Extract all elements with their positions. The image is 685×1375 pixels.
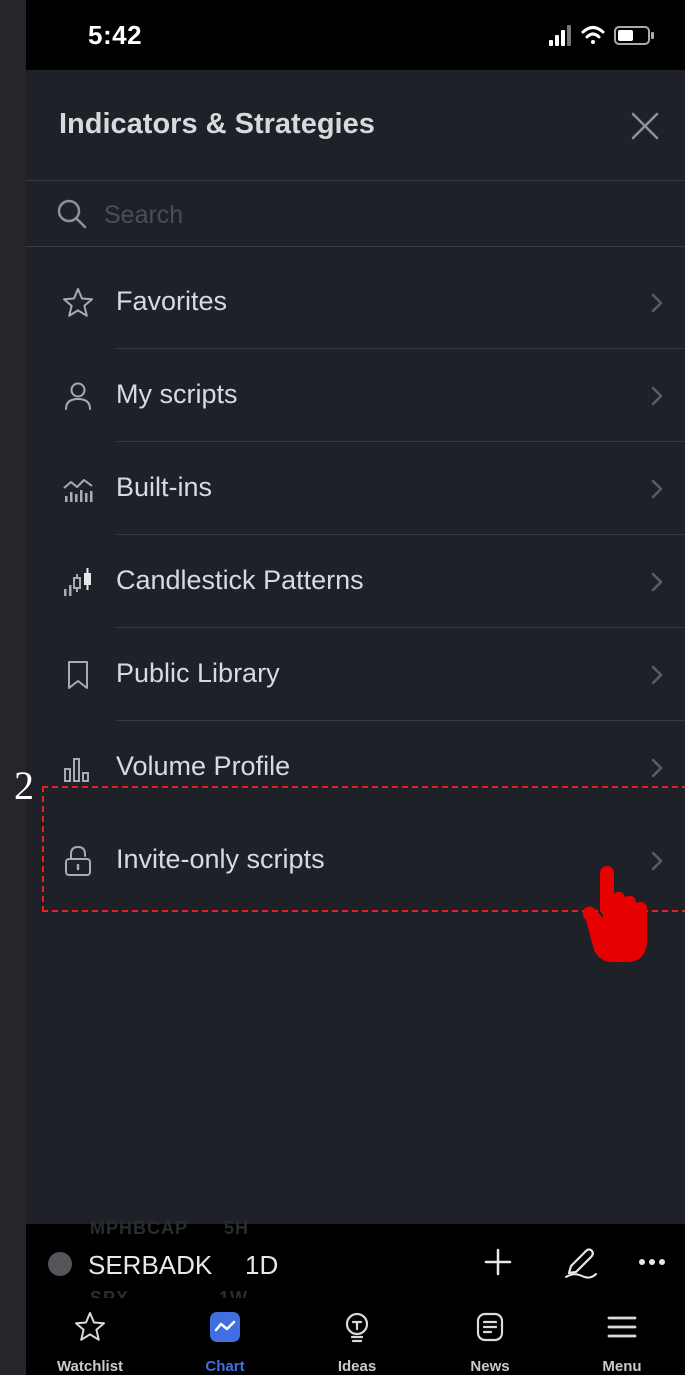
- divider: [26, 180, 685, 181]
- symbol-logo: [48, 1252, 72, 1276]
- wifi-icon: [581, 26, 605, 44]
- close-icon[interactable]: [627, 108, 663, 144]
- chevron-right-icon: [651, 479, 663, 499]
- star-icon: [75, 1312, 105, 1341]
- tab-chart[interactable]: Chart: [165, 1298, 285, 1375]
- divider: [26, 246, 685, 247]
- menu-item-label: Volume Profile: [116, 751, 291, 781]
- user-icon: [65, 382, 91, 410]
- ticker-bar: MPHBCAP 5H SPX 1W SERBADK 1D: [26, 1218, 685, 1308]
- status-icons: [549, 25, 654, 46]
- step-number: 2: [14, 763, 34, 808]
- chart-icon: [210, 1312, 240, 1342]
- timeframe-selector[interactable]: 1D: [245, 1250, 278, 1281]
- search-icon: [57, 199, 87, 229]
- lightbulb-icon: [345, 1312, 369, 1343]
- menu-item-candlestick-patterns[interactable]: Candlestick Patterns: [26, 535, 685, 628]
- search-input[interactable]: [102, 192, 646, 238]
- chevron-right-icon: [651, 572, 663, 592]
- menu-item-label: Public Library: [116, 658, 280, 688]
- menu-item-my-scripts[interactable]: My scripts: [26, 349, 685, 442]
- chevron-right-icon: [651, 665, 663, 685]
- tab-menu[interactable]: Menu: [562, 1298, 682, 1375]
- tab-label: Chart: [205, 1358, 245, 1375]
- menu-item-public-library[interactable]: Public Library: [26, 628, 685, 721]
- tab-label: Watchlist: [56, 1358, 124, 1375]
- menu-item-label: Candlestick Patterns: [116, 565, 364, 595]
- volume-profile-icon: [64, 758, 89, 782]
- tab-watchlist[interactable]: Watchlist: [30, 1298, 150, 1375]
- menu-icon: [607, 1316, 637, 1338]
- drawing-pen-icon[interactable]: [560, 1242, 600, 1282]
- menu-item-label: Built-ins: [116, 472, 213, 502]
- symbol-name[interactable]: SERBADK: [88, 1250, 212, 1281]
- panel-title: Indicators & Strategies: [59, 108, 375, 140]
- candlestick-icon: [64, 568, 91, 596]
- search-row: [26, 182, 685, 246]
- tab-ideas[interactable]: Ideas: [297, 1298, 417, 1375]
- star-icon: [63, 288, 93, 317]
- cellular-signal-icon: [549, 25, 571, 46]
- news-icon: [476, 1312, 504, 1342]
- menu-item-favorites[interactable]: Favorites: [26, 256, 685, 349]
- more-icon[interactable]: [632, 1242, 672, 1282]
- menu-item-built-ins[interactable]: Built-ins: [26, 442, 685, 535]
- menu-item-label: Favorites: [116, 286, 228, 316]
- chart-icon: [63, 479, 93, 502]
- tab-label: Menu: [602, 1358, 642, 1375]
- tab-news[interactable]: News: [430, 1298, 550, 1375]
- indicators-panel: Indicators & Strategies Favorites: [26, 70, 685, 1224]
- chevron-right-icon: [651, 758, 663, 778]
- menu-item-label: My scripts: [116, 379, 238, 409]
- status-bar: 5:42: [26, 0, 685, 70]
- bookmark-icon: [68, 661, 88, 689]
- tab-label: News: [470, 1358, 510, 1375]
- background-strip: [0, 0, 26, 1375]
- hand-pointer-icon: [582, 866, 647, 962]
- chevron-right-icon: [651, 386, 663, 406]
- ghost-text: MPHBCAP 5H: [90, 1218, 250, 1238]
- phone-screen: 5:42 Indicators & Strategies Search Favo…: [26, 0, 685, 1375]
- add-icon[interactable]: [478, 1242, 518, 1282]
- tab-label: Ideas: [337, 1358, 377, 1375]
- status-time: 5:42: [88, 20, 143, 50]
- bottom-tab-bar: Watchlist Chart Ideas News Menu: [26, 1298, 685, 1375]
- battery-icon: [614, 26, 654, 45]
- chevron-right-icon: [651, 293, 663, 313]
